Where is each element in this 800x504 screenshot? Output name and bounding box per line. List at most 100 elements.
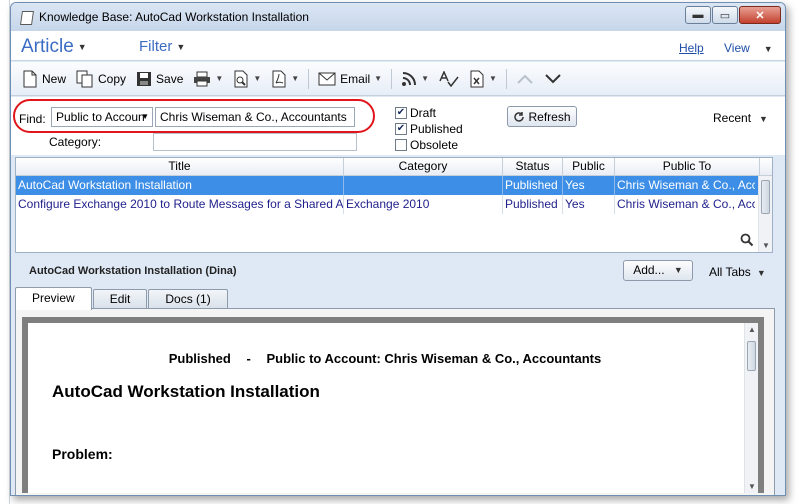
email-button-label: Email [340,71,371,86]
chevron-down-icon: ▼ [763,43,773,54]
print-preview-button[interactable]: ▼ [228,66,266,92]
published-checkbox[interactable]: ✔ [395,123,407,135]
tab-docs[interactable]: Docs (1) [148,289,228,309]
recent-menu-label: Recent [713,111,752,125]
copy-button-label: Copy [98,71,127,86]
filter-menu-label: Filter [139,38,173,55]
desktop-background [0,0,10,504]
grid-scrollbar[interactable]: ▼ [758,176,772,252]
excel-export-button[interactable]: ▼ [464,66,502,92]
add-button[interactable]: Add... ▼ [623,260,693,281]
maximize-button[interactable]: ▭ [712,6,738,24]
chevron-down-icon [545,73,561,83]
grid-scrollbar-thumb[interactable] [761,180,770,214]
column-header-public-to[interactable]: Public To [615,158,760,175]
table-row[interactable]: Configure Exchange 2010 to Route Message… [16,195,772,214]
next-record-button[interactable] [539,66,567,92]
column-header-category[interactable]: Category [344,158,503,175]
preview-dash: - [246,351,251,366]
rss-button[interactable]: ▼ [396,66,434,92]
pdf-button[interactable]: ▼ [266,66,304,92]
cell-status: Published [503,176,563,195]
spellcheck-icon [439,70,459,87]
close-button[interactable]: ✕ [739,6,781,24]
find-panel: Find: Public to Accoun ▼ Chris Wiseman &… [11,97,785,155]
scroll-down-arrow-icon[interactable]: ▼ [748,482,756,491]
detail-tabs: Preview Edit Docs (1) [15,287,229,310]
preview-document: Published - Public to Account: Chris Wis… [22,317,764,493]
new-button[interactable]: New [17,66,71,92]
cell-status: Published [503,195,563,214]
save-button[interactable]: Save [131,66,188,92]
app-icon [19,10,33,24]
email-button[interactable]: Email ▼ [313,66,387,92]
chevron-down-icon: ▼ [673,265,683,276]
excel-icon [470,70,484,87]
cell-category [344,176,503,195]
cell-public: Yes [563,176,615,195]
grid-header: Title Category Status Public Public To [16,158,772,176]
knowledge-base-window: Knowledge Base: AutoCad Workstation Inst… [10,2,786,496]
column-header-title[interactable]: Title [16,158,344,175]
scroll-down-arrow-icon[interactable]: ▼ [762,241,770,250]
preview-visibility: Public to Account: Chris Wiseman & Co., … [266,351,602,366]
category-input[interactable] [153,133,357,151]
copy-icon [76,70,93,87]
add-button-label: Add... [633,263,665,277]
recent-menu[interactable]: Recent ▼ [713,111,768,125]
draft-checkbox-row[interactable]: ✔ Draft [395,106,436,120]
window-title: Knowledge Base: AutoCad Workstation Inst… [39,10,309,24]
detail-title: AutoCad Workstation Installation (Dina) [29,265,237,277]
obsolete-label: Obsolete [410,138,459,152]
chevron-down-icon: ▼ [489,74,497,83]
rss-icon [402,71,417,86]
print-button[interactable]: ▼ [188,66,228,92]
chevron-down-icon: ▼ [253,74,262,83]
cell-category: Exchange 2010 [344,195,503,214]
table-row[interactable]: AutoCad Workstation Installation Publish… [16,176,772,195]
preview-scrollbar[interactable]: ▲ ▼ [744,323,758,493]
column-header-public[interactable]: Public [563,158,615,175]
results-grid: Title Category Status Public Public To A… [15,157,773,253]
chevron-up-icon [517,74,533,84]
obsolete-checkbox[interactable] [395,139,407,151]
chevron-down-icon: ▼ [176,42,186,53]
window-controls: ▬ ▭ ✕ [685,6,781,24]
preview-status: Published [168,351,231,366]
new-button-label: New [42,71,67,86]
toolbar-separator [391,68,393,89]
view-menu[interactable]: View ▼ [724,41,773,55]
refresh-button-label: Refresh [528,109,571,124]
minimize-button[interactable]: ▬ [685,6,711,24]
title-bar[interactable]: Knowledge Base: AutoCad Workstation Inst… [11,3,785,31]
toolbar: New Copy Save ▼ ▼ ▼ Email ▼ ▼ ▼ [11,62,785,96]
filter-menu[interactable]: Filter ▼ [139,38,185,55]
cell-public-to: Chris Wiseman & Co., Acc [617,178,755,192]
all-tabs-label: All Tabs [709,265,751,279]
column-header-status[interactable]: Status [503,158,563,175]
help-link[interactable]: Help [679,41,704,55]
chevron-down-icon: ▼ [756,267,766,278]
article-menu[interactable]: Article ▼ [21,36,87,58]
previous-record-button[interactable] [511,66,539,92]
pdf-icon [272,70,286,87]
detail-header: AutoCad Workstation Installation (Dina) … [11,257,785,287]
obsolete-checkbox-row[interactable]: Obsolete [395,138,458,152]
grid-search-button[interactable] [740,233,754,250]
spellcheck-button[interactable] [434,66,464,92]
tab-preview[interactable]: Preview [15,287,92,310]
printer-icon [194,71,211,86]
cell-public: Yes [563,195,615,214]
all-tabs-menu[interactable]: All Tabs ▼ [709,265,766,279]
preview-scrollbar-thumb[interactable] [747,341,756,371]
scroll-up-arrow-icon[interactable]: ▲ [748,325,756,334]
view-menu-label: View [724,41,750,55]
chevron-down-icon: ▼ [374,74,383,83]
tab-edit[interactable]: Edit [92,289,148,309]
copy-button[interactable]: Copy [71,66,131,92]
refresh-button[interactable]: Refresh [507,106,577,127]
cell-title: Configure Exchange 2010 to Route Message… [16,195,344,214]
chevron-down-icon: ▼ [291,74,300,83]
published-checkbox-row[interactable]: ✔ Published [395,122,463,136]
draft-checkbox[interactable]: ✔ [395,107,407,119]
